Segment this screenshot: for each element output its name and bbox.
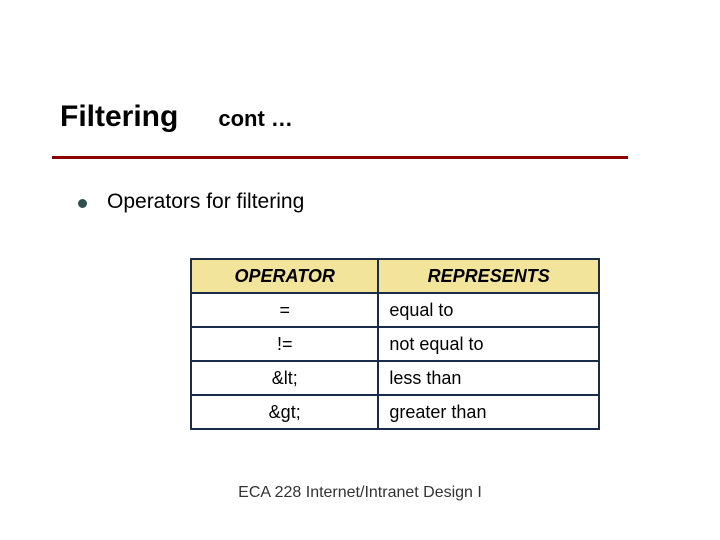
accent-line [52,156,628,159]
title-sub: cont … [218,106,293,132]
bullet-row: Operators for filtering [78,190,304,214]
operators-table: OPERATOR REPRESENTS = equal to != not eq… [190,258,600,430]
table-row: &lt; less than [191,361,599,395]
title-row: Filtering cont … [60,100,293,134]
table-header-row: OPERATOR REPRESENTS [191,259,599,293]
cell-represents: greater than [378,395,599,429]
cell-represents: equal to [378,293,599,327]
header-represents: REPRESENTS [378,259,599,293]
header-operator: OPERATOR [191,259,378,293]
cell-operator: = [191,293,378,327]
footer: ECA 228 Internet/Intranet Design I [0,484,720,502]
cell-operator: &lt; [191,361,378,395]
table: OPERATOR REPRESENTS = equal to != not eq… [190,258,600,430]
cell-represents: less than [378,361,599,395]
cell-operator: != [191,327,378,361]
table-row: &gt; greater than [191,395,599,429]
table-row: = equal to [191,293,599,327]
footer-text: ECA 228 Internet/Intranet Design I [238,484,482,501]
table-row: != not equal to [191,327,599,361]
bullet-text: Operators for filtering [107,190,304,214]
title-main: Filtering [60,100,178,134]
bullet-dot-icon [78,199,87,208]
cell-represents: not equal to [378,327,599,361]
slide: Filtering cont … Operators for filtering… [0,0,720,540]
cell-operator: &gt; [191,395,378,429]
